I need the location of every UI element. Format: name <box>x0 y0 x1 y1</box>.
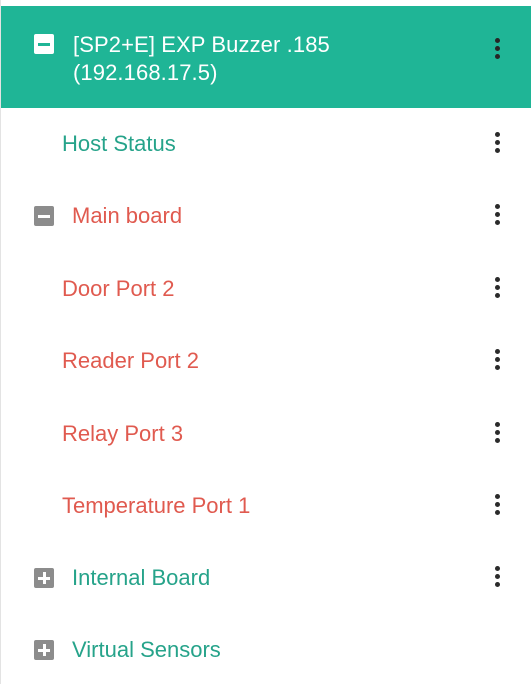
kebab-menu-icon[interactable] <box>494 420 502 448</box>
tree-item-label: Relay Port 3 <box>62 421 184 446</box>
device-tree: [SP2+E] EXP Buzzer .185 (192.168.17.5) H… <box>0 0 531 684</box>
kebab-menu-icon[interactable] <box>494 564 502 592</box>
tree-item-host-status[interactable]: Host Status <box>1 124 531 164</box>
expand-plus-icon[interactable] <box>34 640 54 660</box>
kebab-menu-icon[interactable] <box>494 36 502 64</box>
root-node-title[interactable]: [SP2+E] EXP Buzzer .185 (192.168.17.5) <box>73 31 453 87</box>
kebab-menu-icon[interactable] <box>494 275 502 303</box>
tree-item-door-port-2[interactable]: Door Port 2 <box>1 269 531 309</box>
tree-item-virtual-sensors[interactable]: Virtual Sensors <box>1 630 531 670</box>
tree-item-main-board[interactable]: Main board <box>1 196 531 236</box>
collapse-minus-icon[interactable] <box>34 34 54 54</box>
tree-item-relay-port-3[interactable]: Relay Port 3 <box>1 414 531 454</box>
kebab-menu-icon[interactable] <box>494 347 502 375</box>
kebab-menu-icon[interactable] <box>494 202 502 230</box>
tree-item-label: Internal Board <box>72 565 211 590</box>
root-node-ip: (192.168.17.5) <box>73 60 218 85</box>
tree-item-label: Virtual Sensors <box>72 637 221 662</box>
tree-item-label: Host Status <box>62 131 176 156</box>
root-node-name: [SP2+E] EXP Buzzer .185 <box>73 32 330 57</box>
tree-item-label: Reader Port 2 <box>62 348 199 373</box>
collapse-minus-icon[interactable] <box>34 206 54 226</box>
tree-item-internal-board[interactable]: Internal Board <box>1 558 531 598</box>
expand-plus-icon[interactable] <box>34 568 54 588</box>
kebab-menu-icon[interactable] <box>494 130 502 158</box>
kebab-menu-icon[interactable] <box>494 492 502 520</box>
tree-item-temperature-port-1[interactable]: Temperature Port 1 <box>1 486 531 526</box>
tree-item-label: Main board <box>72 203 183 228</box>
tree-item-reader-port-2[interactable]: Reader Port 2 <box>1 341 531 381</box>
tree-root-node[interactable]: [SP2+E] EXP Buzzer .185 (192.168.17.5) <box>1 6 531 108</box>
tree-item-label: Door Port 2 <box>62 276 175 301</box>
tree-item-label: Temperature Port 1 <box>62 493 251 518</box>
